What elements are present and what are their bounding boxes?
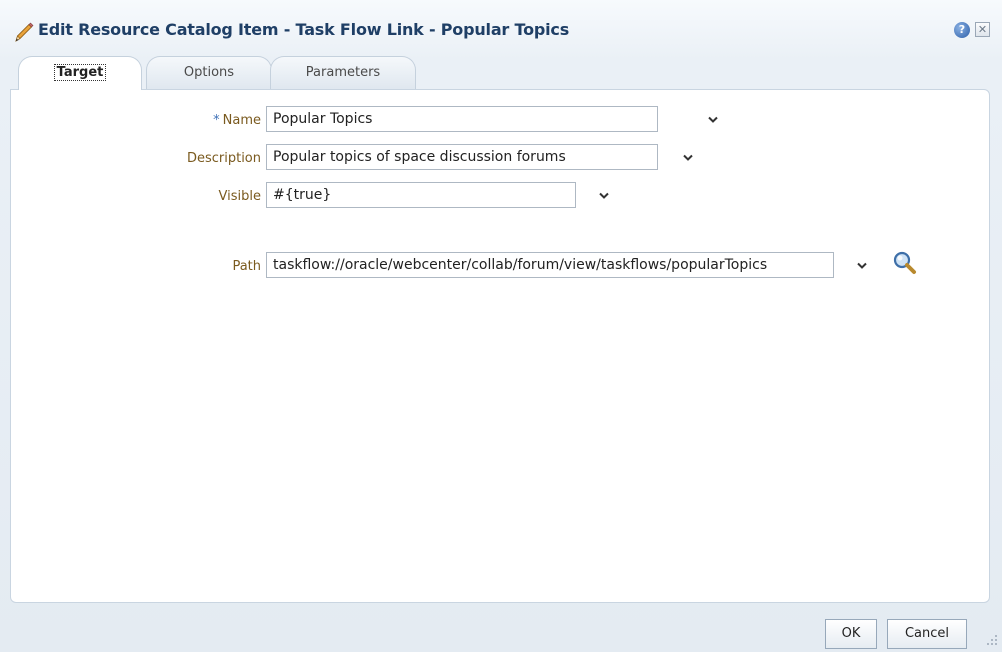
- tab-options[interactable]: Options: [146, 56, 272, 90]
- tab-target-label: Target: [53, 64, 107, 81]
- ok-button[interactable]: OK: [825, 619, 877, 649]
- path-field[interactable]: taskflow://oracle/webcenter/collab/forum…: [266, 252, 834, 278]
- close-icon[interactable]: ✕: [975, 22, 990, 37]
- required-marker: *: [213, 113, 220, 128]
- description-field[interactable]: Popular topics of space discussion forum…: [266, 144, 658, 170]
- path-label: Path: [232, 259, 261, 274]
- edit-resource-catalog-item-dialog: Edit Resource Catalog Item - Task Flow L…: [0, 0, 1002, 652]
- description-row: Description: [11, 145, 261, 173]
- name-field[interactable]: Popular Topics: [266, 106, 658, 132]
- visible-label: Visible: [218, 189, 261, 204]
- tab-target[interactable]: Target: [18, 56, 142, 90]
- name-chevron-down-icon[interactable]: [708, 116, 718, 124]
- path-row: Path: [11, 253, 261, 281]
- name-row: * Name: [11, 107, 261, 135]
- pencil-icon: [15, 22, 34, 42]
- tab-parameters-label: Parameters: [305, 65, 381, 80]
- target-tab-panel: * Name Popular Topics Description Popular…: [10, 89, 990, 603]
- dialog-footer: OK Cancel: [0, 603, 1002, 652]
- tab-parameters[interactable]: Parameters: [270, 56, 416, 90]
- path-chevron-down-icon[interactable]: [857, 262, 867, 270]
- dialog-titlebar: Edit Resource Catalog Item - Task Flow L…: [0, 0, 1002, 56]
- search-icon[interactable]: [892, 250, 918, 276]
- description-label: Description: [186, 151, 261, 166]
- name-label: * Name: [213, 113, 261, 128]
- tab-bar: Options Parameters Target: [0, 56, 1002, 90]
- resize-grip-icon[interactable]: [984, 632, 998, 646]
- cancel-button[interactable]: Cancel: [887, 619, 967, 649]
- dialog-title: Edit Resource Catalog Item - Task Flow L…: [38, 20, 570, 39]
- tab-options-label: Options: [183, 65, 235, 80]
- visible-row: Visible: [11, 183, 261, 211]
- help-icon[interactable]: ?: [954, 22, 970, 38]
- visible-field[interactable]: #{true}: [266, 182, 576, 208]
- description-chevron-down-icon[interactable]: [683, 154, 693, 162]
- visible-chevron-down-icon[interactable]: [599, 192, 609, 200]
